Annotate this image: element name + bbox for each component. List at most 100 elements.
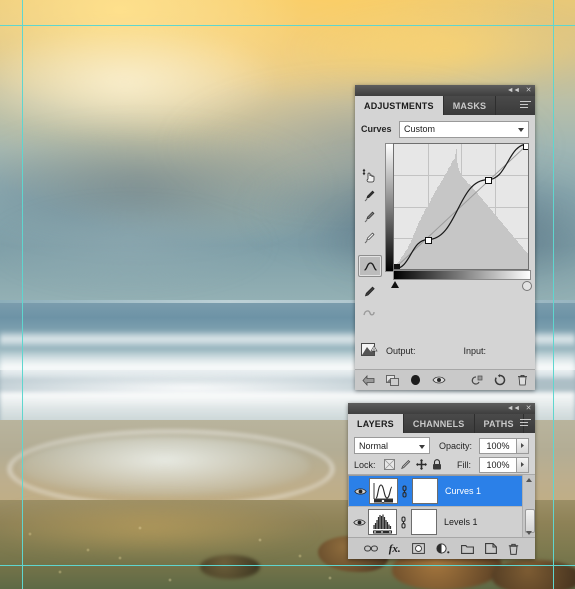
clip-to-layer-icon[interactable] xyxy=(386,375,399,386)
curve-control-point[interactable] xyxy=(523,143,529,150)
adjustments-tabbar: ADJUSTMENTS MASKS xyxy=(355,96,535,115)
input-gradient-strip xyxy=(393,270,531,280)
tab-channels[interactable]: CHANNELS xyxy=(404,414,475,433)
white-point-slider[interactable] xyxy=(522,281,532,291)
adjustments-footer xyxy=(355,369,535,390)
vertical-guide[interactable] xyxy=(553,0,554,589)
layer-visibility-icon[interactable] xyxy=(350,518,368,527)
adjustments-body: Curves Custom RGB Auto xyxy=(355,115,535,390)
scroll-down-icon[interactable] xyxy=(526,531,532,535)
add-layer-mask-icon[interactable] xyxy=(412,543,425,554)
delete-adjustment-icon[interactable] xyxy=(517,374,528,386)
panel-menu-icon[interactable] xyxy=(520,101,531,110)
black-point-slider[interactable] xyxy=(391,281,399,288)
layer-mask-thumbnail[interactable] xyxy=(411,509,437,535)
preset-label: Curves xyxy=(361,124,393,134)
horizontal-guide[interactable] xyxy=(0,565,575,566)
close-icon[interactable]: ✕ xyxy=(525,405,532,412)
tab-masks[interactable]: MASKS xyxy=(444,96,497,115)
pencil-draw-tool[interactable] xyxy=(358,282,380,302)
panel-menu-icon[interactable] xyxy=(520,419,531,428)
lock-position-icon[interactable] xyxy=(416,459,427,470)
on-image-adjustment-tool[interactable] xyxy=(358,165,380,185)
fill-stepper[interactable] xyxy=(517,457,529,473)
lock-all-icon[interactable] xyxy=(432,459,443,470)
link-layers-icon[interactable] xyxy=(364,544,378,553)
close-icon[interactable]: ✕ xyxy=(525,87,532,94)
lock-transparent-pixels-icon[interactable] xyxy=(384,459,395,470)
reset-adjustment-icon[interactable] xyxy=(494,374,506,386)
preset-dropdown[interactable]: Custom xyxy=(399,121,529,138)
opacity-stepper[interactable] xyxy=(517,438,529,454)
lock-image-pixels-icon[interactable] xyxy=(400,459,411,470)
link-mask-icon[interactable] xyxy=(399,516,408,529)
return-to-adjustment-list-icon[interactable] xyxy=(362,375,375,386)
table-row[interactable]: Levels 1 xyxy=(348,507,535,538)
scrollbar-thumb[interactable] xyxy=(525,509,535,533)
delete-layer-icon[interactable] xyxy=(508,543,519,555)
output-input-row: Output: Input: xyxy=(361,343,529,358)
curves-graph-area[interactable] xyxy=(393,143,529,270)
lock-fill-row: Lock: xyxy=(348,455,535,474)
scroll-up-icon[interactable] xyxy=(526,478,532,482)
curve-control-point[interactable] xyxy=(485,177,492,184)
fill-input[interactable]: 100% xyxy=(479,457,517,473)
table-row[interactable]: Curves 1 xyxy=(348,475,535,507)
chevron-down-icon xyxy=(518,128,524,132)
collapse-icon[interactable]: ◄◄ xyxy=(506,87,521,94)
curves-toolbar xyxy=(358,165,384,324)
photoshop-workspace: ◄◄ ✕ ADJUSTMENTS MASKS Curves Custom xyxy=(0,0,575,589)
white-point-eyedropper[interactable] xyxy=(358,228,380,248)
adjustments-panel: ◄◄ ✕ ADJUSTMENTS MASKS Curves Custom xyxy=(355,85,535,390)
preset-row: Curves Custom xyxy=(355,115,535,140)
collapse-icon[interactable]: ◄◄ xyxy=(506,405,521,412)
tab-paths[interactable]: PATHS xyxy=(475,414,524,433)
fill-label: Fill: xyxy=(457,460,471,470)
opacity-input[interactable]: 100% xyxy=(479,438,517,454)
preview-eye-icon[interactable] xyxy=(432,375,446,385)
curves-adjustment-thumbnail[interactable] xyxy=(369,478,398,504)
curves-graph[interactable] xyxy=(393,143,529,270)
add-layer-style-icon[interactable]: fx. xyxy=(389,543,401,555)
layer-mask-thumbnail[interactable] xyxy=(412,478,438,504)
layers-panel: ◄◄ ✕ LAYERS CHANNELS PATHS Normal Opacit… xyxy=(348,403,535,559)
preset-value: Custom xyxy=(404,124,435,134)
chevron-down-icon xyxy=(419,445,425,449)
layers-footer: fx. xyxy=(348,537,535,559)
new-group-icon[interactable] xyxy=(461,544,474,554)
lock-label: Lock: xyxy=(354,460,376,470)
curve-display-options-icon[interactable] xyxy=(361,343,378,358)
gray-point-eyedropper[interactable] xyxy=(358,207,380,227)
input-label: Input: xyxy=(464,346,487,356)
adjustments-titlebar: ◄◄ ✕ xyxy=(355,85,535,96)
layer-list[interactable]: Curves 1 xyxy=(348,474,535,538)
toggle-layer-visibility-icon[interactable] xyxy=(410,374,421,386)
black-point-eyedropper[interactable] xyxy=(358,186,380,206)
tab-layers[interactable]: LAYERS xyxy=(348,414,404,433)
lock-icon-group xyxy=(384,459,443,470)
opacity-label: Opacity: xyxy=(439,441,472,451)
new-layer-icon[interactable] xyxy=(485,543,497,554)
curve-control-point[interactable] xyxy=(425,237,432,244)
smooth-curve-tool[interactable] xyxy=(358,303,380,323)
layer-list-scrollbar[interactable] xyxy=(522,475,535,538)
curve-line[interactable] xyxy=(394,144,528,269)
link-mask-icon[interactable] xyxy=(400,485,409,498)
layers-tabbar: LAYERS CHANNELS PATHS xyxy=(348,414,535,433)
layers-titlebar: ◄◄ ✕ xyxy=(348,403,535,414)
layer-name: Levels 1 xyxy=(444,517,478,527)
blend-mode-dropdown[interactable]: Normal xyxy=(354,437,430,454)
view-previous-state-icon[interactable] xyxy=(470,375,483,386)
new-adjustment-layer-icon[interactable] xyxy=(436,543,450,554)
output-label: Output: xyxy=(386,346,416,356)
layer-visibility-icon[interactable] xyxy=(351,487,369,496)
rock xyxy=(200,555,260,579)
vertical-guide[interactable] xyxy=(22,0,23,589)
tab-adjustments[interactable]: ADJUSTMENTS xyxy=(355,96,444,115)
curve-edit-tool[interactable] xyxy=(358,255,382,277)
layer-name: Curves 1 xyxy=(445,486,481,496)
levels-adjustment-thumbnail[interactable] xyxy=(368,509,397,535)
horizontal-guide[interactable] xyxy=(0,25,575,26)
tide-pool xyxy=(20,436,310,496)
blend-opacity-row: Normal Opacity: 100% xyxy=(348,436,535,455)
